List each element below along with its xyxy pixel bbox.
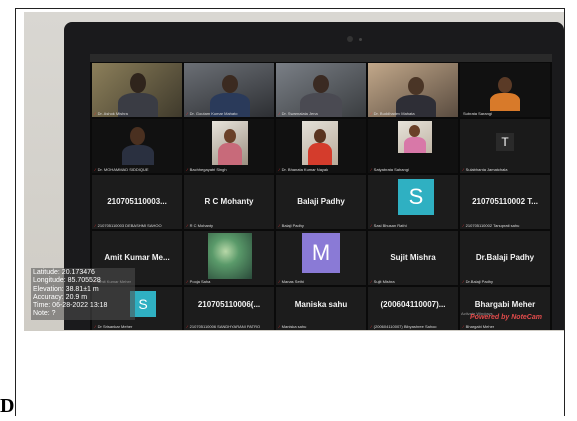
mic-muted-icon: ⁄	[279, 167, 280, 172]
participant-title: R C Mohanty	[204, 196, 254, 206]
video-tile[interactable]: S ⁄ Sasi Bhusan Rathi	[368, 175, 458, 229]
mic-muted-icon: ⁄	[371, 279, 372, 284]
video-tile[interactable]: Sujit Mishra ⁄ Sujit Mishra	[368, 231, 458, 285]
participant-title: Sujit Mishra	[390, 252, 436, 262]
mic-muted-icon: ⁄	[371, 324, 372, 329]
mic-muted-icon: ⁄	[187, 279, 188, 284]
mic-muted-icon: ⁄	[279, 279, 280, 284]
video-tile[interactable]: Bhargabi Meher ⁄ Bhargabi Meher	[460, 287, 550, 330]
video-tile[interactable]: ⁄ Dr. MOHAMMAD SIDDIQUE	[92, 119, 182, 173]
participant-title: Dr.Balaji Padhy	[475, 252, 535, 262]
avatar: T	[496, 133, 514, 151]
participant-title: 210705110006(...	[197, 299, 261, 309]
participant-name: Satyabrata Sahangi	[373, 167, 409, 172]
meeting-top-bar	[90, 54, 552, 62]
participant-name: Maniska sahu	[281, 324, 307, 329]
webcam-light-icon	[359, 38, 362, 41]
participant-name: Sasi Bhusan Rathi	[373, 223, 407, 228]
participant-name: Sujit Mishra	[373, 279, 395, 284]
participant-name: Sulabhanta Jamatchala	[465, 167, 508, 172]
avatar: S	[398, 179, 434, 215]
participant-title: Amit Kumar Me...	[104, 252, 170, 262]
mic-muted-icon: ⁄	[95, 324, 96, 329]
notecam-watermark: Powered by NoteCam	[470, 314, 542, 321]
gps-elevation: Elevation: 38.81±1 m	[33, 285, 99, 293]
mic-muted-icon: ⁄	[187, 167, 188, 172]
participant-name: Dr. Swarnalata Jena	[281, 111, 318, 116]
video-tile[interactable]: ⁄ Dr. Buddhadev Mahata	[368, 63, 458, 117]
gps-note: Note: ?	[33, 310, 56, 318]
participant-name: Pooja Saha	[189, 279, 211, 284]
laptop-screen: ⁄ Dr. Ashok Mishra ⁄ Dr. Goutam Kumar Maha…	[90, 54, 552, 330]
participant-name: Manas Sethi	[281, 279, 304, 284]
mic-muted-icon: ⁄	[463, 279, 464, 284]
participant-name: Subrata Sarangi	[463, 111, 492, 116]
participant-name: Bhargabi Meher	[465, 324, 495, 329]
mic-muted-icon: ⁄	[279, 111, 280, 116]
video-tile[interactable]: R C Mohanty ⁄ R C Mohanty	[184, 175, 274, 229]
video-tile[interactable]: Dr.Balaji Padhy ⁄ Dr.Balaji Padhy	[460, 231, 550, 285]
page-mark: D	[0, 395, 15, 417]
mic-muted-icon: ⁄	[187, 111, 188, 116]
participant-title: (200604110007)...	[380, 299, 446, 309]
gps-latitude: Latitude: 20.173476	[33, 269, 95, 276]
participant-name: Dr. Ashok Mishra	[97, 111, 128, 116]
mic-muted-icon: ⁄	[95, 223, 96, 228]
participant-title: Balaji Padhy	[297, 196, 345, 206]
video-tile[interactable]: ⁄ Dr. Swarnalata Jena	[276, 63, 366, 117]
mic-muted-icon: ⁄	[279, 223, 280, 228]
participant-name: Dr. Buddhadev Mahata	[373, 111, 415, 116]
video-tile[interactable]: ⁄ Dr. Bhanata Kumar Nayak	[276, 119, 366, 173]
mic-muted-icon: ⁄	[279, 324, 280, 329]
video-tile[interactable]: ⁄ Dr. Goutam Kumar Mahato	[184, 63, 274, 117]
participant-name: Balaji Padhy	[281, 223, 304, 228]
mic-muted-icon: ⁄	[187, 223, 188, 228]
mic-muted-icon: ⁄	[463, 324, 464, 329]
participant-title: 210705110003...	[107, 196, 167, 206]
mic-muted-icon: ⁄	[371, 111, 372, 116]
video-tile[interactable]: ⁄ Bachhegayatri Singh	[184, 119, 274, 173]
video-tile[interactable]: ⁄ Pooja Saha	[184, 231, 274, 285]
gps-overlay: Latitude: 20.173476 Longitude: 85.705528…	[31, 268, 135, 320]
participant-name: (200604110007) Bibyashree Sahoo	[373, 324, 437, 329]
video-tile[interactable]: ⁄ Dr. Ashok Mishra	[92, 63, 182, 117]
video-tile[interactable]: M ⁄ Manas Sethi	[276, 231, 366, 285]
participant-name: Bachhegayatri Singh	[189, 167, 227, 172]
video-tile[interactable]: Balaji Padhy ⁄ Balaji Padhy	[276, 175, 366, 229]
video-tile[interactable]: Subrata Sarangi	[460, 63, 550, 117]
mic-muted-icon: ⁄	[371, 223, 372, 228]
participant-title: 210705110002 T...	[472, 196, 538, 206]
participant-name: Dr.Balaji Padhy	[465, 279, 494, 284]
video-tile[interactable]: Maniska sahu ⁄ Maniska sahu	[276, 287, 366, 330]
participant-name: Dr. MOHAMMAD SIDDIQUE	[97, 167, 149, 172]
mic-muted-icon: ⁄	[95, 111, 96, 116]
gps-time: Time: 06-28-2022 13:18	[33, 302, 108, 310]
participant-title: Maniska sahu	[294, 299, 348, 309]
video-tile[interactable]: 210705110003... ⁄ 210705110003 DEBASHMI S…	[92, 175, 182, 229]
video-tile[interactable]: (200604110007)... ⁄ (200604110007) Bibyas…	[368, 287, 458, 330]
mic-muted-icon: ⁄	[187, 324, 188, 329]
participant-name: Dr Srisankar Meher	[97, 324, 133, 329]
avatar: M	[302, 233, 340, 273]
participant-name: Dr. Goutam Kumar Mahato	[189, 111, 238, 116]
video-tile[interactable]: T ⁄ Sulabhanta Jamatchala	[460, 119, 550, 173]
video-tile[interactable]: ⁄ Satyabrata Sahangi	[368, 119, 458, 173]
participant-name: 210705110006 SANDHYARANI PATRO	[189, 324, 261, 329]
video-tile[interactable]: 210705110006(... ⁄ 210705110006 SANDHYARA…	[184, 287, 274, 330]
participant-name: Dr. Bhanata Kumar Nayak	[281, 167, 329, 172]
participant-title: Bhargabi Meher	[474, 299, 536, 309]
participant-name: 210705110002 Tanuprati sahu	[465, 223, 520, 228]
mic-muted-icon: ⁄	[371, 167, 372, 172]
mic-muted-icon: ⁄	[463, 223, 464, 228]
mic-muted-icon: ⁄	[95, 167, 96, 172]
participant-name: 210705110003 DEBASHMI SAHOO	[97, 223, 162, 228]
gps-longitude: Longitude: 85.705528	[33, 277, 101, 285]
video-tile[interactable]: 210705110002 T... ⁄ 210705110002 Tanuprat…	[460, 175, 550, 229]
gps-accuracy: Accuracy: 20.9 m	[33, 293, 88, 301]
participant-name: R C Mohanty	[189, 223, 214, 228]
mic-muted-icon: ⁄	[463, 167, 464, 172]
webcam-icon	[347, 36, 353, 42]
